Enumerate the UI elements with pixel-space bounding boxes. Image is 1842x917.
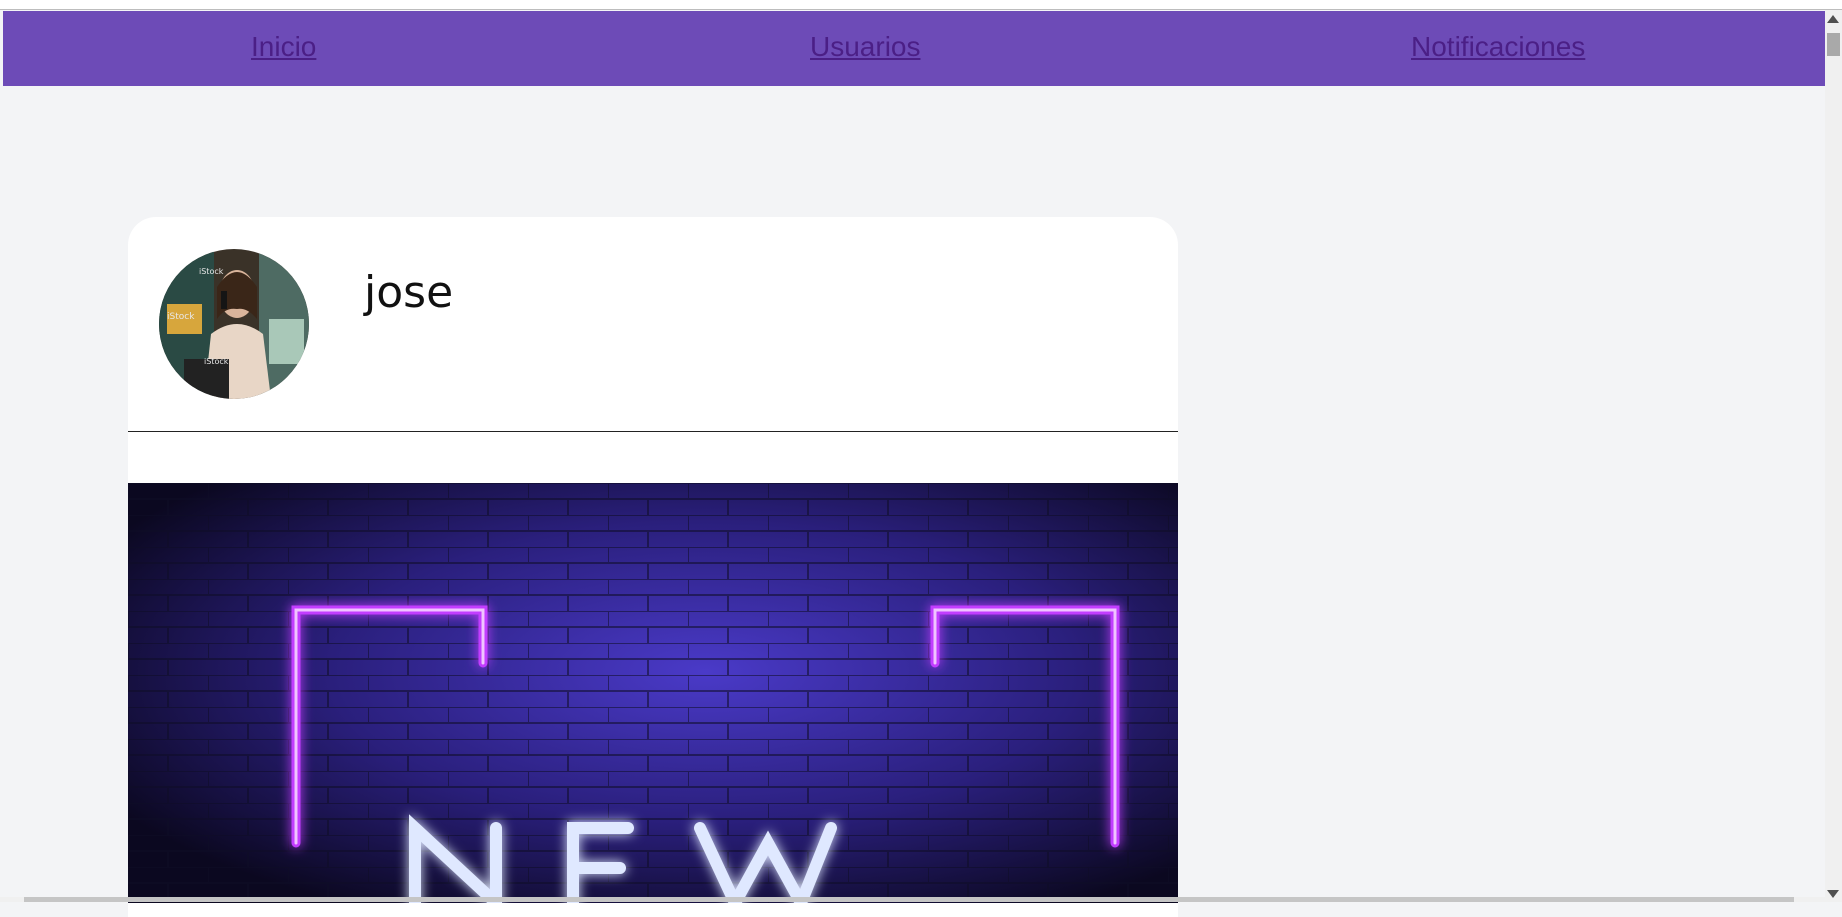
svg-text:iStock: iStock — [199, 267, 224, 276]
vertical-scroll-thumb[interactable] — [1827, 33, 1840, 56]
main-navbar: Inicio Usuarios Notificaciones — [3, 11, 1825, 86]
svg-text:iStock: iStock — [204, 357, 229, 366]
vertical-scrollbar[interactable] — [1825, 10, 1842, 902]
nav-link-notificaciones[interactable]: Notificaciones — [1411, 31, 1585, 63]
horizontal-scrollbar[interactable] — [0, 897, 1825, 902]
post-username: jose — [364, 267, 453, 318]
post-divider — [128, 431, 1178, 432]
scroll-up-icon[interactable] — [1827, 15, 1839, 23]
profile-photo-icon: iStock iStock iStock — [159, 249, 309, 399]
svg-text:iStock: iStock — [167, 312, 195, 322]
post-image — [128, 483, 1178, 903]
scroll-down-icon[interactable] — [1827, 890, 1839, 898]
user-avatar[interactable]: iStock iStock iStock — [159, 249, 309, 399]
post-card: iStock iStock iStock jose — [128, 217, 1178, 917]
horizontal-scroll-thumb[interactable] — [24, 897, 1794, 902]
browser-top-edge — [0, 0, 1842, 10]
nav-link-usuarios[interactable]: Usuarios — [810, 31, 920, 63]
nav-link-inicio[interactable]: Inicio — [251, 31, 316, 63]
